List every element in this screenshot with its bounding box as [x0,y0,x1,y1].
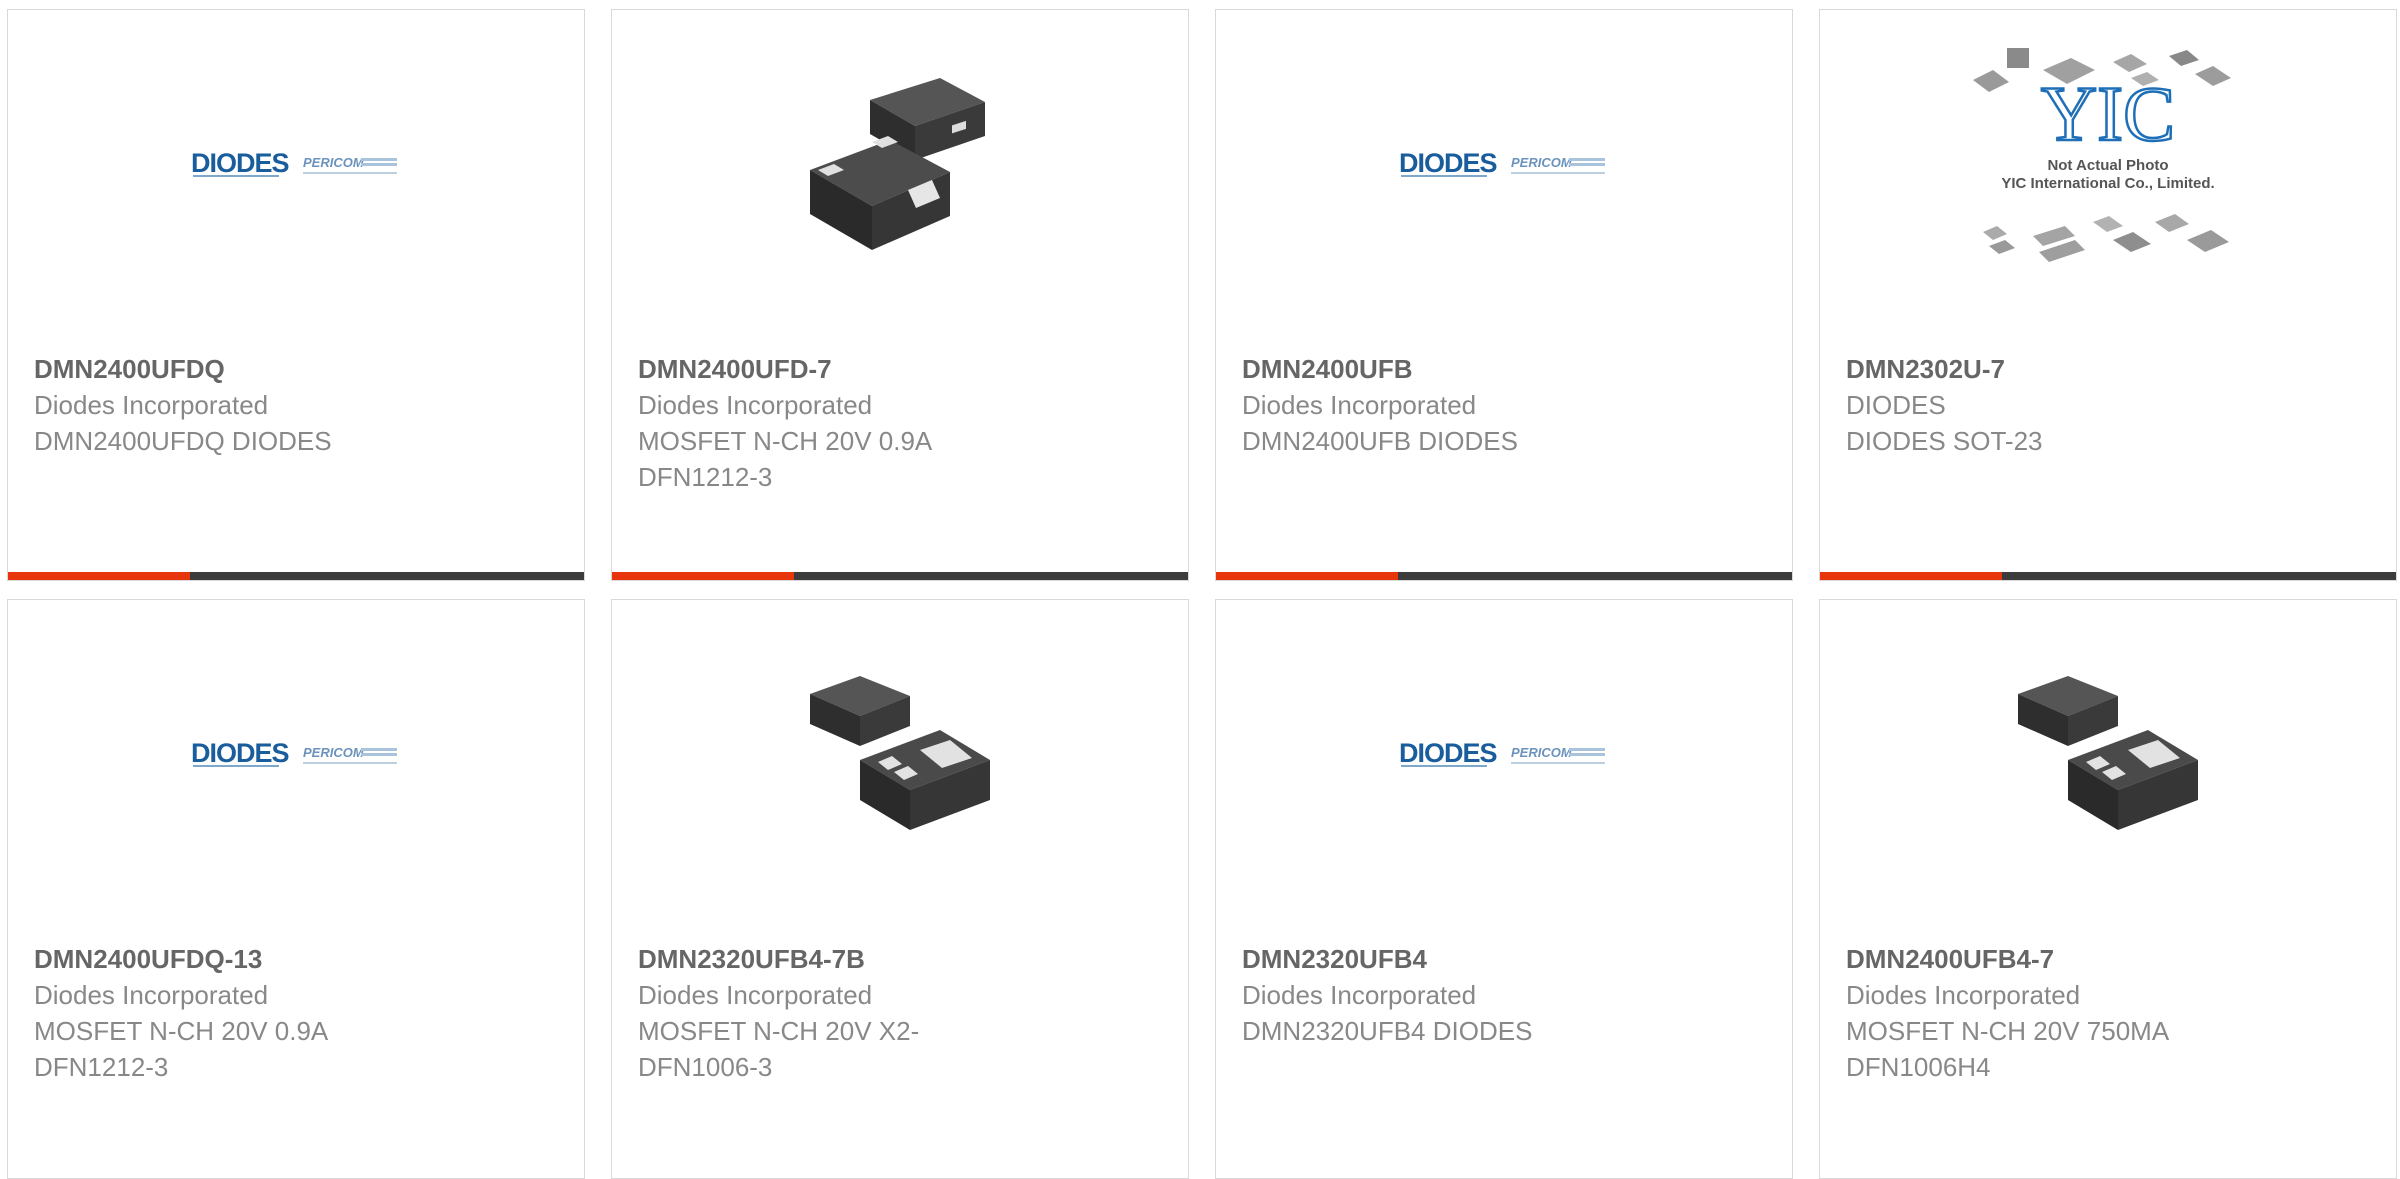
card-accent-bar [1216,572,1792,580]
svg-text:DIODES: DIODES [191,148,289,178]
product-card[interactable]: YIC Not Actual Photo YIC International C… [1819,9,2397,581]
product-card[interactable]: DIODES PERICOM DMN2320UFB4 Diodes Incorp… [1215,599,1793,1179]
product-package-image [612,650,1188,860]
svg-text:DIODES: DIODES [1399,738,1497,768]
product-description: MOSFET N-CH 20V 0.9A DFN1212-3 [638,426,931,492]
svg-text:PERICOM: PERICOM [1511,745,1573,760]
manufacturer-name: Diodes Incorporated [1846,980,2081,1010]
part-number[interactable]: DMN2400UFDQ-13 [34,941,564,977]
product-description: DMN2320UFB4 DIODES [1242,1016,1533,1046]
product-card[interactable]: DIODES PERICOM DMN2400UFB Diodes Incorpo… [1215,9,1793,581]
part-number[interactable]: DMN2302U-7 [1846,351,2376,387]
manufacturer-name: Diodes Incorporated [34,980,269,1010]
manufacturer-logo-image: DIODES PERICOM [8,650,584,860]
card-accent-bar [612,572,1188,580]
svg-text:PERICOM: PERICOM [303,745,365,760]
part-number[interactable]: DMN2400UFD-7 [638,351,1168,387]
part-number[interactable]: DMN2400UFDQ [34,351,564,387]
product-description: DMN2400UFB DIODES [1242,426,1518,456]
manufacturer-name: Diodes Incorporated [638,390,873,420]
product-card[interactable]: DIODES PERICOM DMN2400UFDQ Diodes Incorp… [7,9,585,581]
manufacturer-logo-image: DIODES PERICOM [1216,650,1792,860]
product-description: MOSFET N-CH 20V X2-DFN1006-3 [638,1016,920,1082]
card-accent-bar [8,572,584,580]
product-description: MOSFET N-CH 20V 750MA DFN1006H4 [1846,1016,2168,1082]
manufacturer-name: Diodes Incorporated [34,390,269,420]
svg-text:PERICOM: PERICOM [1511,155,1573,170]
part-number[interactable]: DMN2320UFB4-7B [638,941,1168,977]
product-description: MOSFET N-CH 20V 0.9A DFN1212-3 [34,1016,327,1082]
product-card[interactable]: DMN2400UFB4-7 Diodes Incorporated MOSFET… [1819,599,2397,1179]
svg-text:DIODES: DIODES [1399,148,1497,178]
product-description: DIODES SOT-23 [1846,426,2043,456]
yic-company-text: YIC International Co., Limited. [2001,175,2214,192]
manufacturer-logo-image: DIODES PERICOM [1216,60,1792,270]
not-actual-photo-text: Not Actual Photo [2047,157,2168,174]
manufacturer-name: Diodes Incorporated [1242,980,1477,1010]
manufacturer-name: Diodes Incorporated [1242,390,1477,420]
part-number[interactable]: DMN2320UFB4 [1242,941,1772,977]
part-number[interactable]: DMN2400UFB [1242,351,1772,387]
yic-logo: YIC [2041,70,2175,157]
placeholder-image: YIC Not Actual Photo YIC International C… [1820,48,2396,270]
product-card[interactable]: DMN2400UFD-7 Diodes Incorporated MOSFET … [611,9,1189,581]
product-package-image [612,60,1188,270]
product-description: DMN2400UFDQ DIODES [34,426,332,456]
product-grid: DIODES PERICOM DMN2400UFDQ Diodes Incorp… [0,0,2400,1179]
part-number[interactable]: DMN2400UFB4-7 [1846,941,2376,977]
svg-text:DIODES: DIODES [191,738,289,768]
manufacturer-name: Diodes Incorporated [638,980,873,1010]
svg-text:PERICOM: PERICOM [303,155,365,170]
product-package-image [1820,650,2396,860]
manufacturer-name: DIODES [1846,390,1946,420]
card-accent-bar [1820,572,2396,580]
manufacturer-logo-image: DIODES PERICOM [8,60,584,270]
product-card[interactable]: DMN2320UFB4-7B Diodes Incorporated MOSFE… [611,599,1189,1179]
product-card[interactable]: DIODES PERICOM DMN2400UFDQ-13 Diodes Inc… [7,599,585,1179]
